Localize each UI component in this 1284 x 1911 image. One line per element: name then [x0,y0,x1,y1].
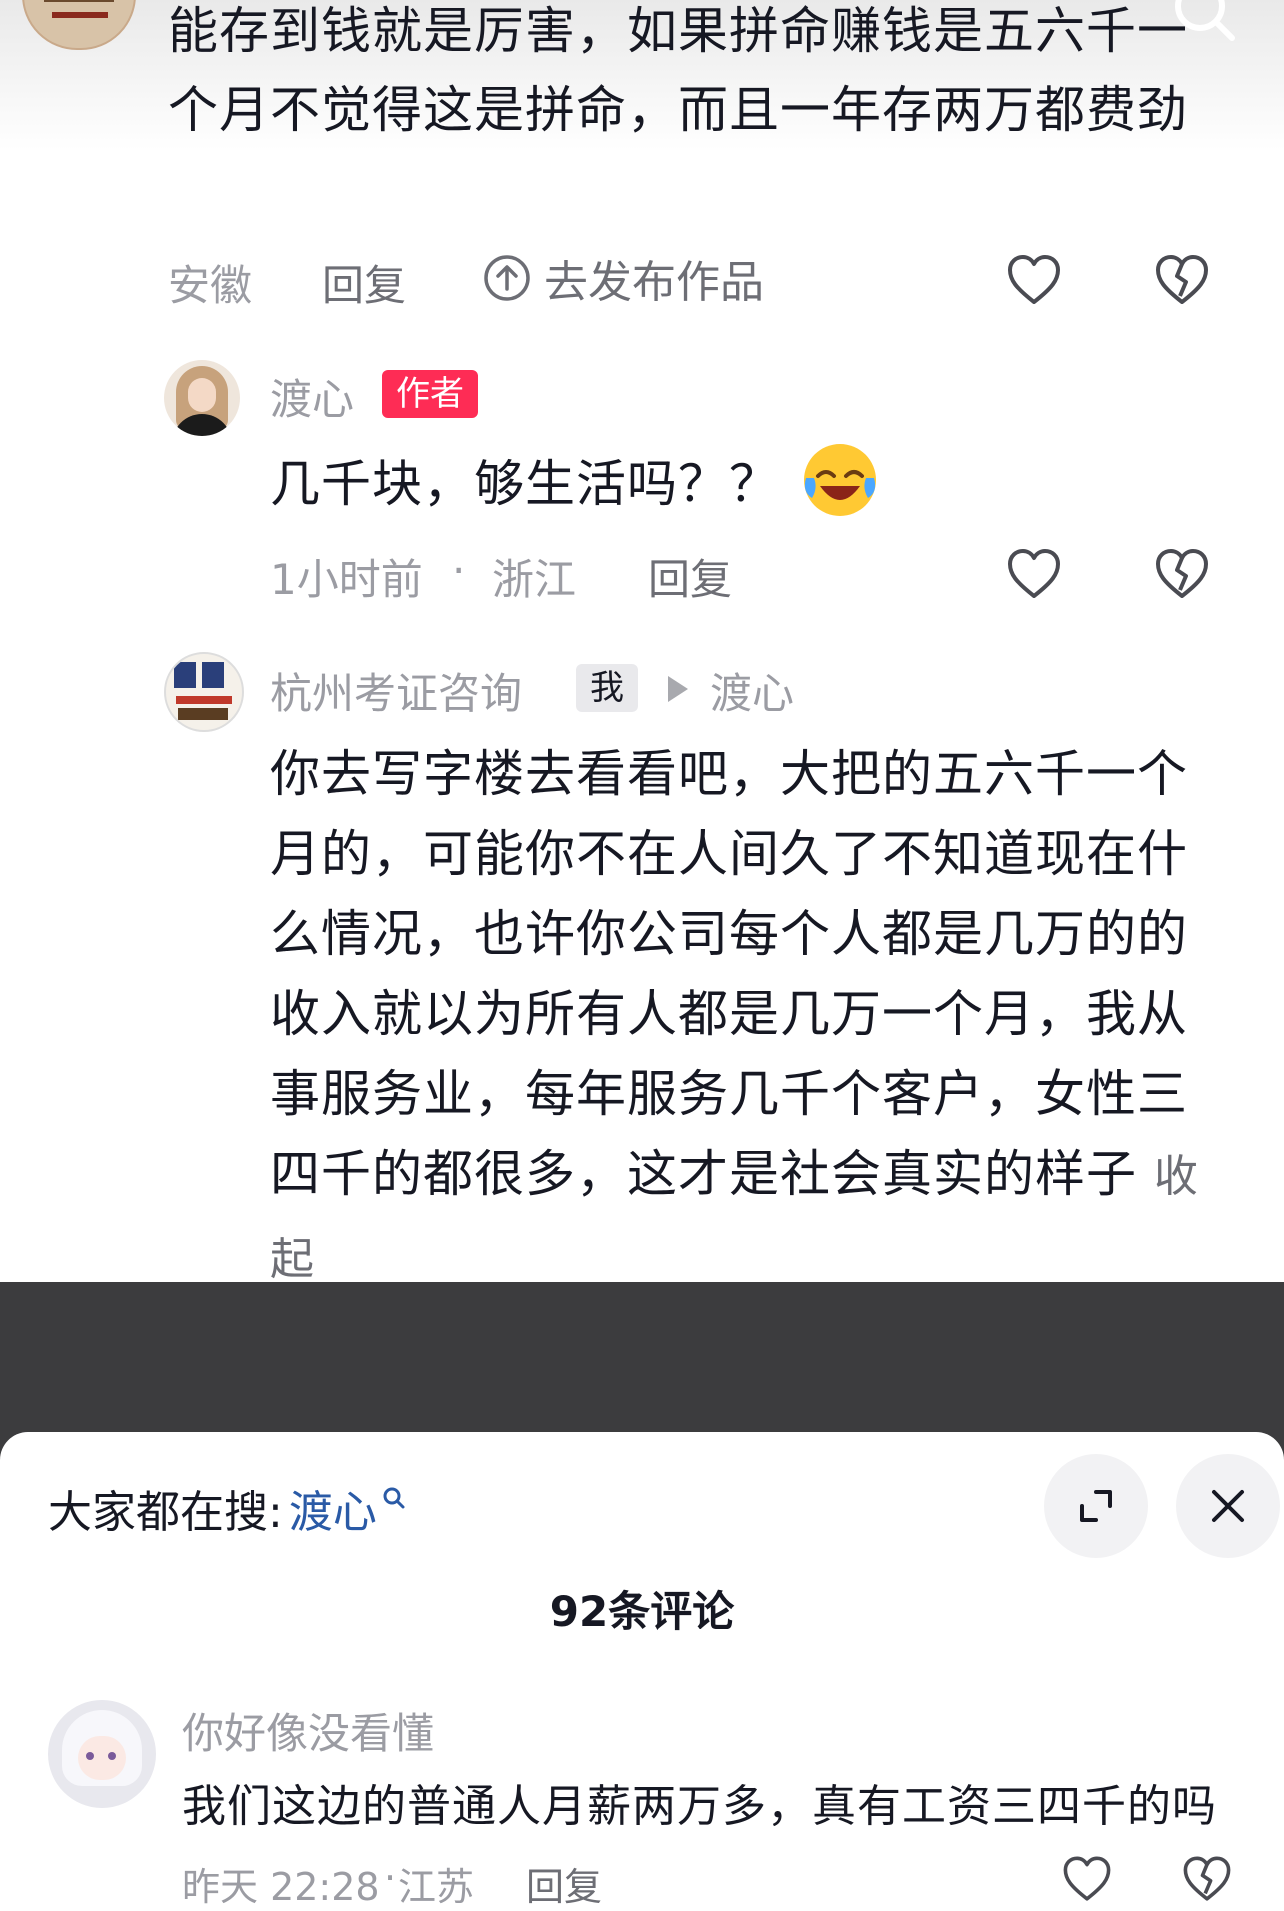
comment-time: 昨天 22:28 [182,1865,380,1909]
avatar[interactable] [164,652,244,732]
publish-work-button[interactable]: 去发布作品 [482,250,764,308]
like-icon[interactable] [1004,250,1064,310]
reply-arrow-icon [664,672,692,706]
meta-separator: · [452,546,466,595]
comment-body: 你去写字楼去看看吧，大把的五六千一个月的，可能你不在人间久了不知道现在什么情况，… [270,734,1230,1300]
comment-sheet: 大家都在搜: 渡心 92条评论 你好像没看懂 我们这边的普通人月薪两万多，真有工… [0,1432,1284,1909]
comment-count: 92条评论 [549,1587,735,1636]
like-icon[interactable] [1060,1852,1114,1906]
trending-search-prefix: 大家都在搜: [48,1487,283,1538]
dislike-icon[interactable] [1180,1852,1234,1906]
comment-location: 江苏 [398,1865,475,1909]
dislike-icon[interactable] [1152,544,1212,604]
expand-button[interactable] [1044,1454,1148,1558]
like-icon[interactable] [1004,544,1064,604]
publish-work-label: 去发布作品 [544,257,764,308]
dislike-icon[interactable] [1152,250,1212,310]
close-icon [1206,1484,1250,1528]
comment-list: 能存到钱就是厉害，如果拼命赚钱是五六千一个月不觉得这是拼命，而且一年存两万都费劲… [0,0,1284,1285]
comment-location: 安徽 [168,261,253,310]
comment-body: 几千块，够生活吗？？ [270,440,880,520]
expand-icon [1074,1484,1118,1528]
search-icon [381,1485,407,1511]
laughing-crying-emoji-icon [800,440,880,520]
author-badge: 作者 [382,370,478,418]
comment-username[interactable]: 渡心 [270,366,354,427]
trending-search[interactable]: 大家都在搜: 渡心 [48,1476,407,1540]
me-badge: 我 [576,664,638,712]
comment-location: 浙江 [492,555,577,604]
reply-button[interactable]: 回复 [322,252,406,313]
avatar[interactable] [164,360,240,436]
avatar[interactable] [48,1700,156,1808]
meta-separator: · [384,1856,397,1900]
trending-search-term[interactable]: 渡心 [289,1476,377,1540]
comment-text: 几千块，够生活吗？？ [270,455,780,513]
reply-to-username[interactable]: 渡心 [710,660,794,721]
comment-text: 你去写字楼去看看吧，大把的五六千一个月的，可能你不在人间久了不知道现在什么情况，… [270,745,1188,1203]
comment-username[interactable]: 你好像没看懂 [182,1700,434,1761]
comment-username[interactable]: 杭州考证咨询 [270,660,522,721]
reply-button[interactable]: 回复 [648,546,732,607]
close-button[interactable] [1176,1454,1280,1558]
comment-time: 1小时前 [270,555,423,604]
comment-body: 能存到钱就是厉害，如果拼命赚钱是五六千一个月不觉得这是拼命，而且一年存两万都费劲 [168,2,1188,139]
upload-icon [482,253,532,303]
comment-body: 我们这边的普通人月薪两万多，真有工资三四千的吗 [182,1781,1217,1832]
reply-button[interactable]: 回复 [526,1856,602,1911]
